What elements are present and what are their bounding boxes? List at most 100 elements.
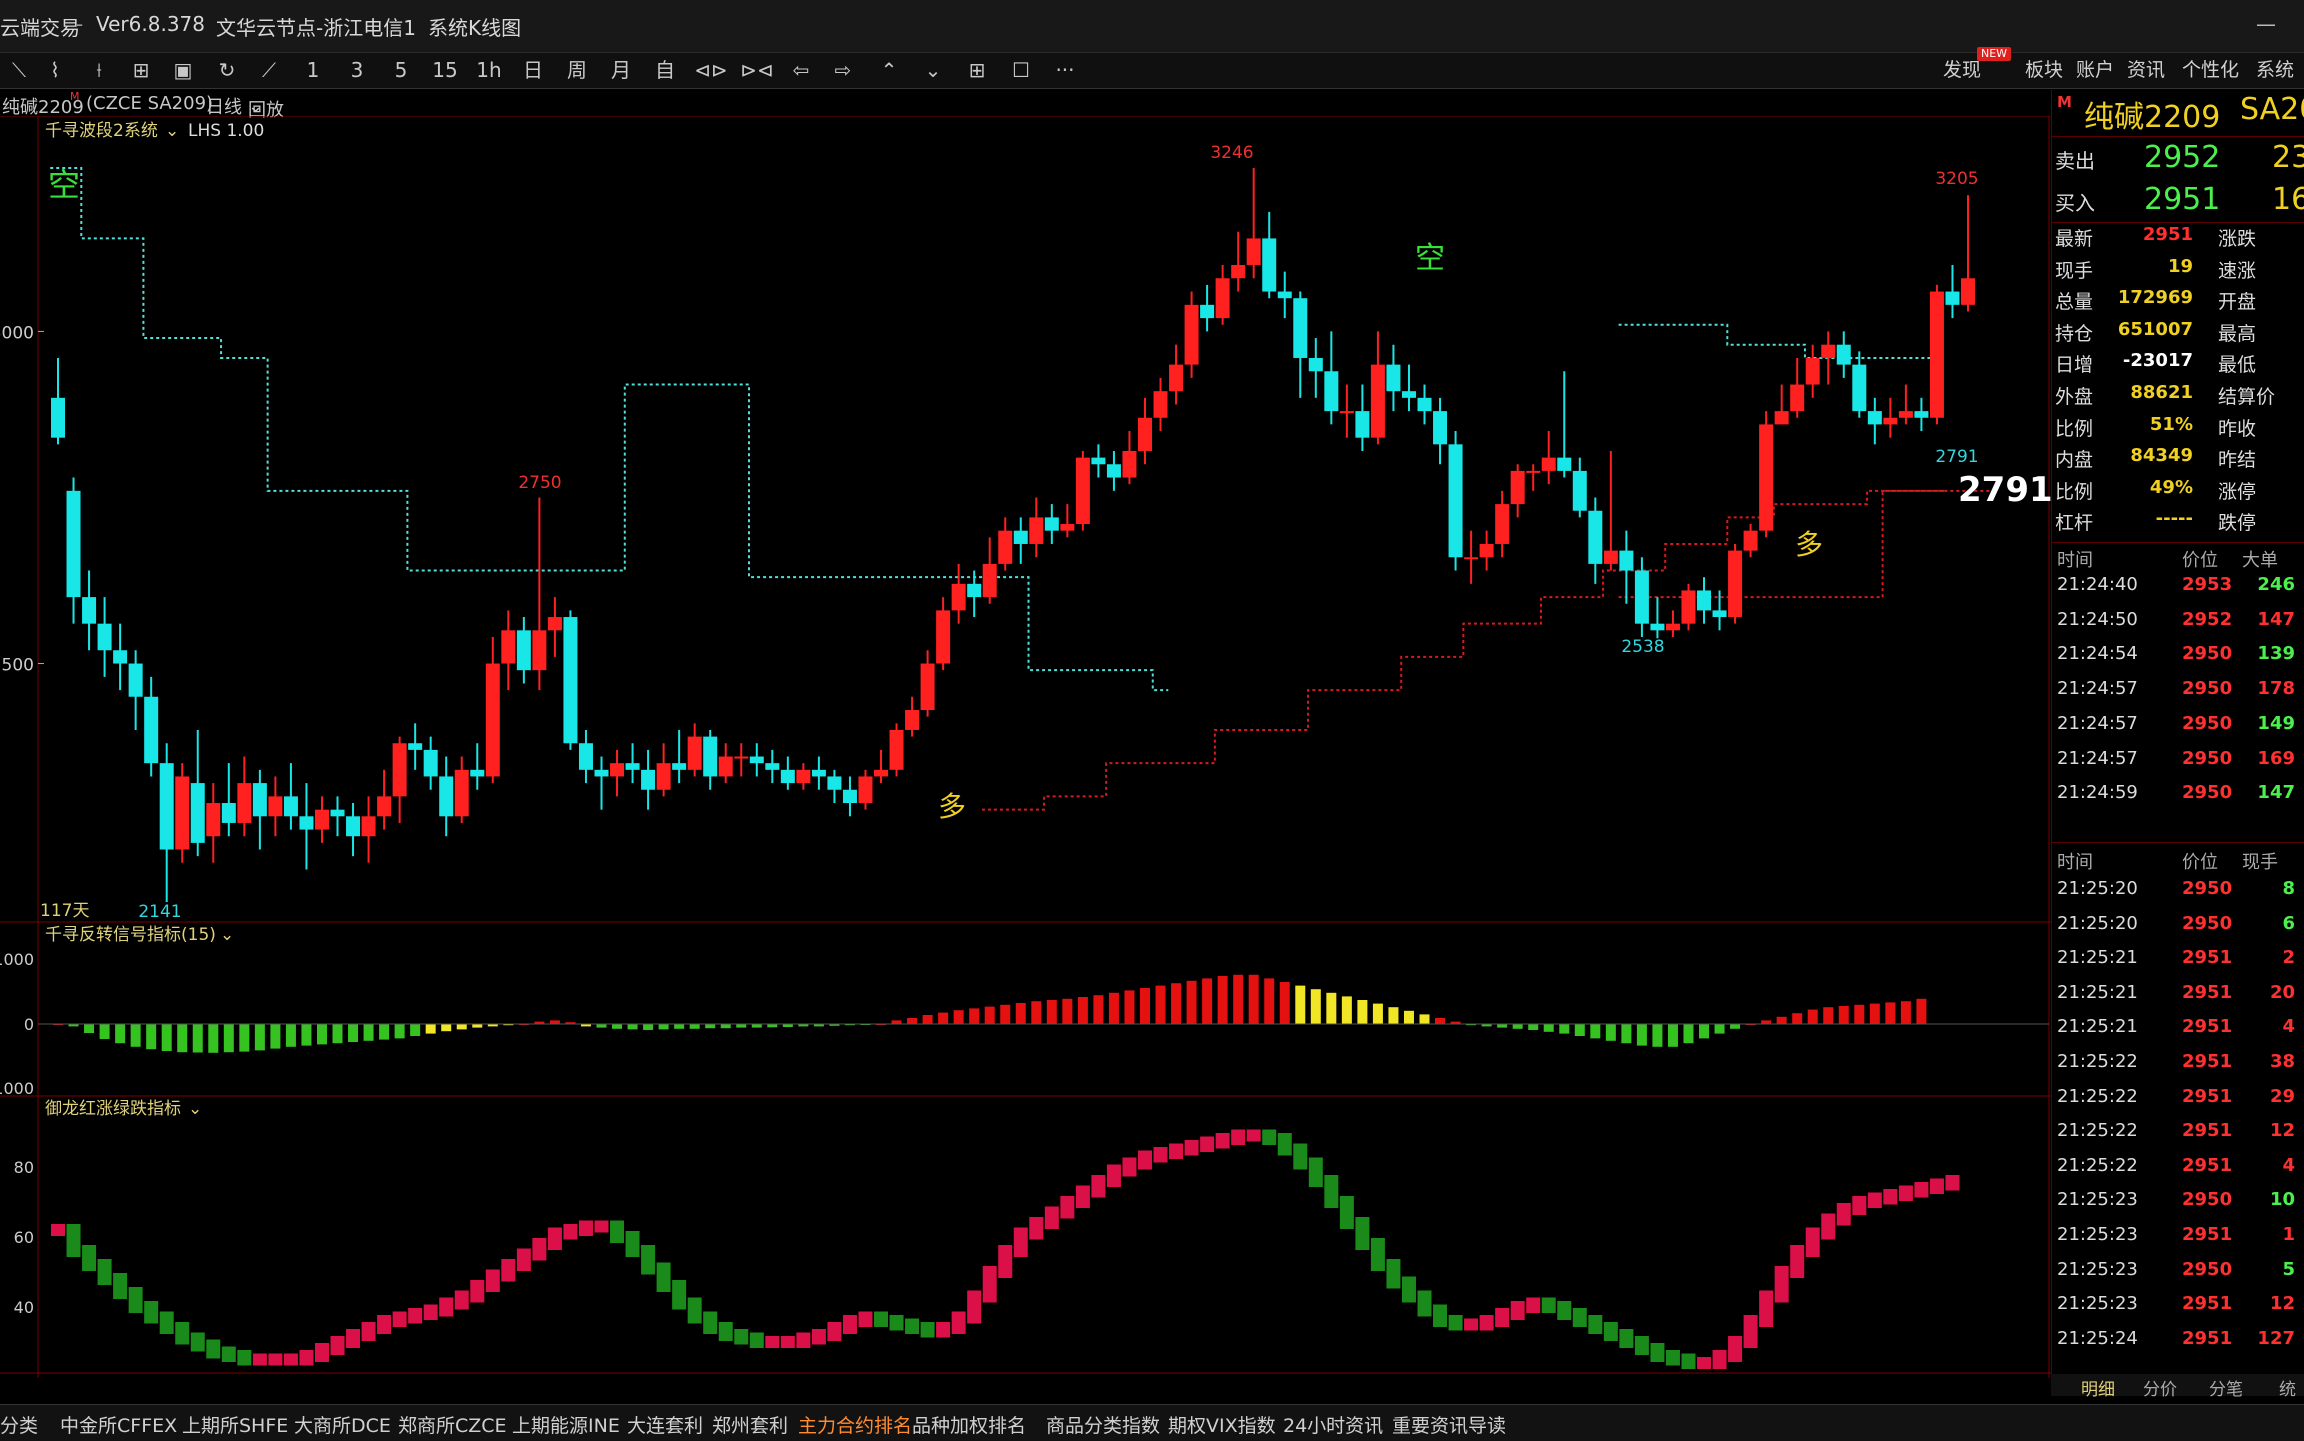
tab-price-volume[interactable]: 分价 [2143, 1375, 2177, 1400]
market-tab-9[interactable]: 品种加权排名 [912, 1411, 1026, 1438]
sub2-indicator-name[interactable]: 御龙红涨绿跌指标 [45, 1099, 181, 1119]
tab-trades[interactable]: 分笔 [2209, 1375, 2243, 1400]
row-volume: 20 [2269, 981, 2295, 1003]
toolbar-tool-4[interactable]: ▣ [166, 56, 200, 84]
toolbar-tool-8[interactable]: 3 [340, 56, 374, 84]
row-time: 21:25:24 [2057, 1327, 2138, 1349]
toolbar-tool-3[interactable]: ⊞ [124, 56, 158, 84]
trend-bar [967, 1290, 982, 1324]
row-time: 21:25:21 [2057, 947, 2138, 969]
signal-bar [1559, 1024, 1570, 1034]
signal-bar [1000, 1004, 1011, 1024]
quote-label: 外盘 [2055, 386, 2094, 408]
candle [547, 597, 562, 657]
toolbar-tool-1[interactable]: ⌇ [38, 56, 72, 84]
toolbar-tool-19[interactable]: ⇨ [826, 56, 860, 84]
toolbar-tool-6[interactable]: ⟋ [252, 56, 286, 84]
candle [1619, 530, 1634, 604]
toolbar-tool-2[interactable]: ⟊ [82, 56, 116, 84]
trend-bar [594, 1220, 609, 1233]
low-price-label: 2538 [1621, 637, 1664, 657]
signal-bar [1295, 985, 1306, 1024]
toolbar-tool-11[interactable]: 1h [472, 56, 506, 84]
toolbar-tool-14[interactable]: 月 [604, 56, 638, 84]
market-tab-2[interactable]: 上期所SHFE [182, 1411, 288, 1438]
minimize-button[interactable]: — [2256, 12, 2276, 36]
account-button[interactable]: 账户 [2076, 56, 2114, 84]
toolbar-tool-18[interactable]: ⇦ [784, 56, 818, 84]
trend-bar [485, 1269, 500, 1292]
quote-label: 持仓 [2055, 322, 2094, 345]
toolbar-tool-15[interactable]: 自 [648, 56, 682, 84]
chevron-down-icon[interactable]: ⌄ [220, 925, 234, 945]
signal-bar [239, 1024, 250, 1052]
market-tab-10[interactable]: 商品分类指数 [1046, 1411, 1160, 1438]
candle [1308, 338, 1323, 398]
trend-bar [672, 1280, 687, 1310]
candle [656, 743, 671, 797]
market-tab-3[interactable]: 大商所DCE [294, 1411, 391, 1438]
toolbar-tool-23[interactable]: ☐ [1004, 56, 1038, 84]
toolbar-tool-24[interactable]: ··· [1048, 56, 1082, 84]
candle [283, 763, 298, 830]
row-time: 21:24:54 [2057, 643, 2138, 665]
market-tab-1[interactable]: 中金所CFFEX [60, 1411, 177, 1438]
toolbar-tool-9[interactable]: 5 [384, 56, 418, 84]
sub2-axis-label: 40 [14, 1298, 34, 1317]
candle [1743, 524, 1758, 558]
sub1-indicator-name[interactable]: 千寻反转信号指标(15) [45, 925, 216, 945]
tab-detail[interactable]: 明细 [2081, 1375, 2115, 1400]
toolbar-tool-13[interactable]: 周 [560, 56, 594, 84]
trend-bar [920, 1322, 935, 1338]
toolbar-tool-20[interactable]: ⌃ [872, 56, 906, 84]
market-tab-12[interactable]: 24小时资讯 [1283, 1411, 1383, 1438]
signal-bar [1714, 1024, 1725, 1034]
market-tab-13[interactable]: 重要资讯导读 [1392, 1411, 1506, 1438]
chevron-down-icon[interactable]: ⌄ [165, 121, 179, 141]
toolbar-tool-12[interactable]: 日 [516, 56, 550, 84]
candle-body [314, 809, 329, 830]
sector-button[interactable]: 板块 [2025, 56, 2063, 84]
candle [51, 357, 65, 445]
signal-bar [441, 1024, 452, 1032]
trend-bar [1945, 1175, 1960, 1191]
chevron-down-icon[interactable]: ⌄ [188, 1099, 202, 1119]
toolbar-tool-22[interactable]: ⊞ [960, 56, 994, 84]
candle [330, 796, 345, 837]
market-tab-6[interactable]: 大连套利 [627, 1411, 703, 1438]
candle-body [547, 617, 562, 631]
discover-button[interactable]: 发现 [1943, 56, 1981, 84]
candle [144, 676, 159, 777]
date-axis-label: 2022/03/01 [1406, 1381, 1504, 1382]
market-tab-11[interactable]: 期权VIX指数 [1168, 1411, 1276, 1438]
trend-bar [951, 1311, 966, 1334]
market-tab-7[interactable]: 郑州套利 [712, 1411, 788, 1438]
main-indicator-name[interactable]: 千寻波段2系统 [45, 121, 158, 141]
row-price: 2951 [2182, 1120, 2233, 1142]
market-tab-5[interactable]: 上期能源INE [512, 1411, 620, 1438]
toolbar-tool-17[interactable]: ⊳⊲ [740, 56, 774, 84]
candle [1060, 504, 1075, 538]
toolbar-tool-10[interactable]: 15 [428, 56, 462, 84]
toolbar-tool-21[interactable]: ⌄ [916, 56, 950, 84]
personalize-button[interactable]: 个性化 [2182, 56, 2239, 84]
toolbar-tool-16[interactable]: ⊲⊳ [694, 56, 728, 84]
signal-bar [223, 1024, 234, 1053]
candle-body [1137, 417, 1152, 451]
toolbar-tool-0[interactable]: ⟍ [2, 56, 36, 84]
candle-body [1961, 278, 1975, 305]
market-tab-8[interactable]: 主力合约排名 [798, 1411, 912, 1438]
trend-bar [1541, 1297, 1556, 1313]
tab-stats[interactable]: 统 [2279, 1375, 2296, 1400]
quote-label: 开盘 [2218, 291, 2257, 314]
toolbar-tool-7[interactable]: 1 [296, 56, 330, 84]
market-tab-4[interactable]: 郑商所CZCE [398, 1411, 507, 1438]
signal-bar [1186, 980, 1197, 1024]
market-tab-0[interactable]: 分类 [0, 1411, 38, 1438]
kline-chart-area[interactable]: 3000 2500 1000 0 1000 80 60 40 2021/11/01 2021/… [0, 116, 2051, 1382]
news-button[interactable]: 资讯 [2127, 56, 2165, 84]
server-node[interactable]: 文华云节点-浙江电信1 [216, 12, 416, 41]
toolbar-tool-5[interactable]: ↻ [210, 56, 244, 84]
candle-body [1308, 357, 1323, 372]
signal-bar [627, 1024, 638, 1030]
